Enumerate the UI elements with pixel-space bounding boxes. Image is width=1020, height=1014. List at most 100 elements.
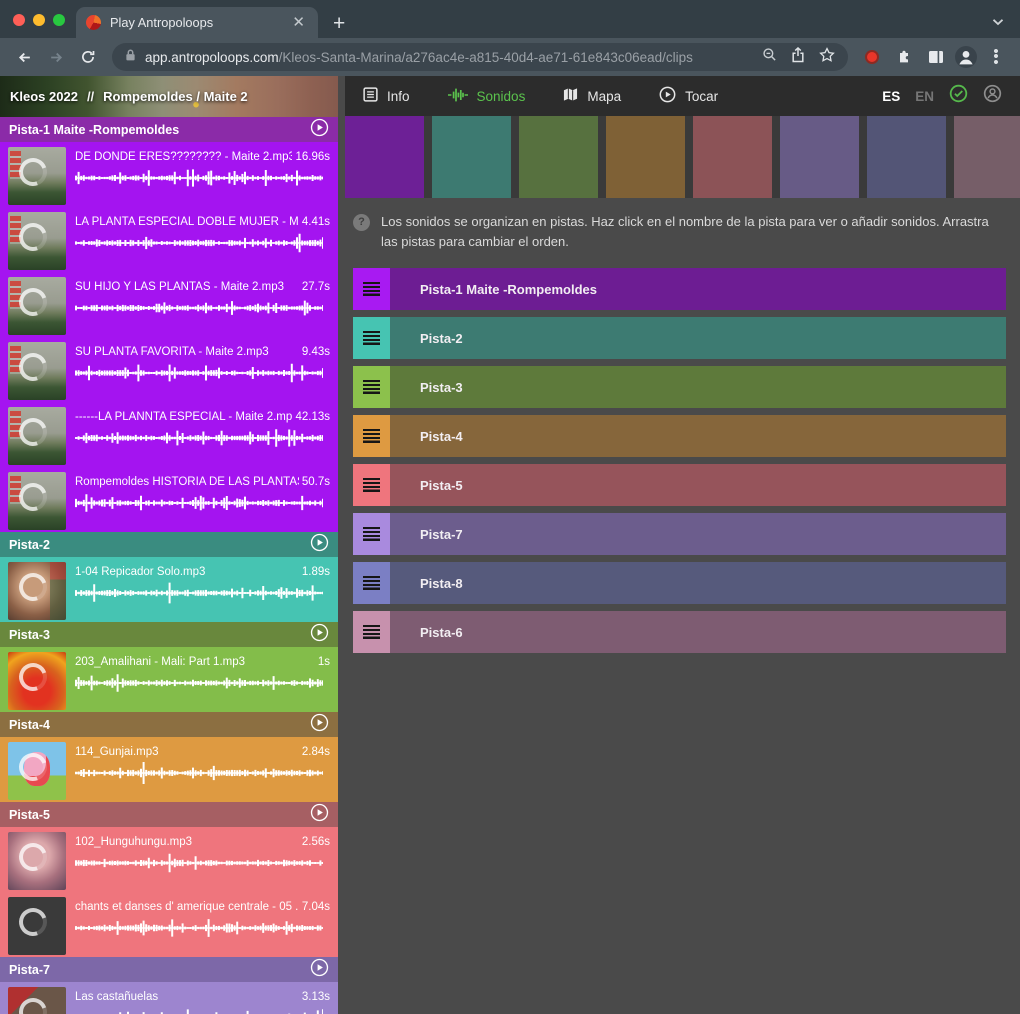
clip-thumbnail[interactable] bbox=[8, 472, 66, 530]
track-play-button[interactable] bbox=[310, 533, 329, 557]
clip-waveform[interactable] bbox=[75, 761, 330, 790]
track-row-bar[interactable]: Pista-4 bbox=[390, 415, 1006, 457]
drag-handle[interactable] bbox=[353, 317, 390, 359]
track-header[interactable]: Pista-7 bbox=[0, 957, 338, 982]
window-zoom-button[interactable] bbox=[53, 14, 65, 26]
clip-thumbnail[interactable] bbox=[8, 212, 66, 270]
account-icon[interactable] bbox=[983, 84, 1002, 108]
profile-avatar-icon[interactable] bbox=[954, 45, 978, 69]
tab-tocar[interactable]: Tocar bbox=[659, 86, 718, 106]
drag-handle[interactable] bbox=[353, 268, 390, 310]
clip-thumbnail[interactable] bbox=[8, 562, 66, 620]
clip-item[interactable]: 114_Gunjai.mp3 2.84s bbox=[0, 737, 338, 802]
tab-search-chevron-icon[interactable] bbox=[992, 13, 1004, 31]
clip-item[interactable]: 102_Hunguhungu.mp3 2.56s bbox=[0, 827, 338, 892]
bookmark-star-icon[interactable] bbox=[819, 47, 835, 68]
clip-item[interactable]: SU PLANTA FAVORITA - Maite 2.mp3 9.43s bbox=[0, 337, 338, 402]
clip-item[interactable]: LA PLANTA ESPECIAL DOBLE MUJER - Mai... … bbox=[0, 207, 338, 272]
clip-title: 114_Gunjai.mp3 bbox=[75, 746, 299, 758]
lang-en-button[interactable]: EN bbox=[915, 89, 934, 104]
clip-waveform[interactable] bbox=[75, 1006, 330, 1014]
drag-handle[interactable] bbox=[353, 611, 390, 653]
clip-thumbnail[interactable] bbox=[8, 342, 66, 400]
forward-button[interactable] bbox=[42, 43, 70, 71]
track-name: Pista-7 bbox=[9, 963, 310, 977]
url-bar[interactable]: app.antropoloops.com/Kleos-Santa-Marina/… bbox=[112, 43, 848, 71]
track-row-bar[interactable]: Pista-8 bbox=[390, 562, 1006, 604]
zoom-page-icon[interactable] bbox=[762, 47, 777, 67]
clip-waveform[interactable] bbox=[75, 361, 330, 390]
clip-item[interactable]: Las castañuelas 3.13s bbox=[0, 982, 338, 1014]
back-button[interactable] bbox=[10, 43, 38, 71]
clip-waveform[interactable] bbox=[75, 916, 330, 945]
browser-menu-icon[interactable]: ••• bbox=[982, 43, 1010, 71]
clip-item[interactable]: DE DONDE ERES???????? - Maite 2.mp3 16.9… bbox=[0, 142, 338, 207]
window-close-button[interactable] bbox=[13, 14, 25, 26]
clip-thumbnail[interactable] bbox=[8, 652, 66, 710]
track-row-bar[interactable]: Pista-6 bbox=[390, 611, 1006, 653]
track-name: Pista-5 bbox=[9, 808, 310, 822]
drag-handle[interactable] bbox=[353, 415, 390, 457]
track-row-bar[interactable]: Pista-2 bbox=[390, 317, 1006, 359]
clip-thumbnail[interactable] bbox=[8, 897, 66, 955]
tab-info[interactable]: Info bbox=[363, 87, 410, 105]
track-header[interactable]: Pista-4 bbox=[0, 712, 338, 737]
palette-swatch bbox=[954, 116, 1020, 198]
side-panel-icon[interactable] bbox=[922, 43, 950, 71]
clip-thumbnail[interactable] bbox=[8, 407, 66, 465]
track-header[interactable]: Pista-2 bbox=[0, 532, 338, 557]
track-row-bar[interactable]: Pista-3 bbox=[390, 366, 1006, 408]
tab-close-icon[interactable]: ✕ bbox=[289, 13, 308, 32]
lock-icon[interactable] bbox=[125, 48, 136, 67]
sidebar-track-section: Pista-5 102_Hunguhungu.mp3 2.56s chants … bbox=[0, 802, 338, 957]
track-header[interactable]: Pista-3 bbox=[0, 622, 338, 647]
clip-thumbnail[interactable] bbox=[8, 147, 66, 205]
track-header[interactable]: Pista-5 bbox=[0, 802, 338, 827]
clip-item[interactable]: Rompemoldes HISTORIA DE LAS PLANTAS... 5… bbox=[0, 467, 338, 532]
clip-thumbnail[interactable] bbox=[8, 987, 66, 1014]
clip-waveform[interactable] bbox=[75, 166, 330, 195]
drag-handle[interactable] bbox=[353, 562, 390, 604]
clip-item[interactable]: 203_Amalihani - Mali: Part 1.mp3 1s bbox=[0, 647, 338, 712]
clip-waveform[interactable] bbox=[75, 426, 330, 455]
track-row-bar[interactable]: Pista-5 bbox=[390, 464, 1006, 506]
drag-handle[interactable] bbox=[353, 464, 390, 506]
track-row-bar[interactable]: Pista-1 Maite -Rompemoldes bbox=[390, 268, 1006, 310]
drag-handle[interactable] bbox=[353, 366, 390, 408]
clip-waveform[interactable] bbox=[75, 581, 330, 610]
clip-thumbnail[interactable] bbox=[8, 742, 66, 800]
browser-tab[interactable]: Play Antropoloops ✕ bbox=[76, 7, 318, 38]
extensions-puzzle-icon[interactable] bbox=[890, 43, 918, 71]
track-header[interactable]: Pista-1 Maite -Rompemoldes bbox=[0, 117, 338, 142]
track-play-button[interactable] bbox=[310, 803, 329, 827]
clip-title: SU PLANTA FAVORITA - Maite 2.mp3 bbox=[75, 346, 299, 358]
window-minimize-button[interactable] bbox=[33, 14, 45, 26]
reload-button[interactable] bbox=[74, 43, 102, 71]
share-icon[interactable] bbox=[791, 47, 805, 68]
clip-waveform[interactable] bbox=[75, 491, 330, 520]
clip-waveform[interactable] bbox=[75, 296, 330, 325]
clip-waveform[interactable] bbox=[75, 851, 330, 880]
track-play-button[interactable] bbox=[310, 958, 329, 982]
track-row-bar[interactable]: Pista-7 bbox=[390, 513, 1006, 555]
clip-item[interactable]: chants et danses d' amerique centrale - … bbox=[0, 892, 338, 957]
record-indicator-icon[interactable] bbox=[858, 43, 886, 71]
track-play-button[interactable] bbox=[310, 713, 329, 737]
help-message: ? Los sonidos se organizan en pistas. Ha… bbox=[353, 212, 998, 251]
track-play-button[interactable] bbox=[310, 623, 329, 647]
clip-waveform[interactable] bbox=[75, 671, 330, 700]
clip-item[interactable]: SU HIJO Y LAS PLANTAS - Maite 2.mp3 27.7… bbox=[0, 272, 338, 337]
clip-thumbnail[interactable] bbox=[8, 832, 66, 890]
lang-es-button[interactable]: ES bbox=[882, 89, 900, 104]
drag-handle-icon bbox=[363, 527, 380, 541]
track-play-button[interactable] bbox=[310, 118, 329, 142]
new-tab-button[interactable]: + bbox=[333, 13, 345, 34]
tab-mapa[interactable]: Mapa bbox=[563, 87, 621, 105]
clip-item[interactable]: 1-04 Repicador Solo.mp3 1.89s bbox=[0, 557, 338, 622]
clip-item[interactable]: ------LA PLANNTA ESPECIAL - Maite 2.mp3 … bbox=[0, 402, 338, 467]
clip-thumbnail[interactable] bbox=[8, 277, 66, 335]
saved-check-icon[interactable] bbox=[949, 84, 968, 108]
clip-waveform[interactable] bbox=[75, 231, 330, 260]
tab-sonidos[interactable]: Sonidos bbox=[448, 87, 526, 106]
drag-handle[interactable] bbox=[353, 513, 390, 555]
